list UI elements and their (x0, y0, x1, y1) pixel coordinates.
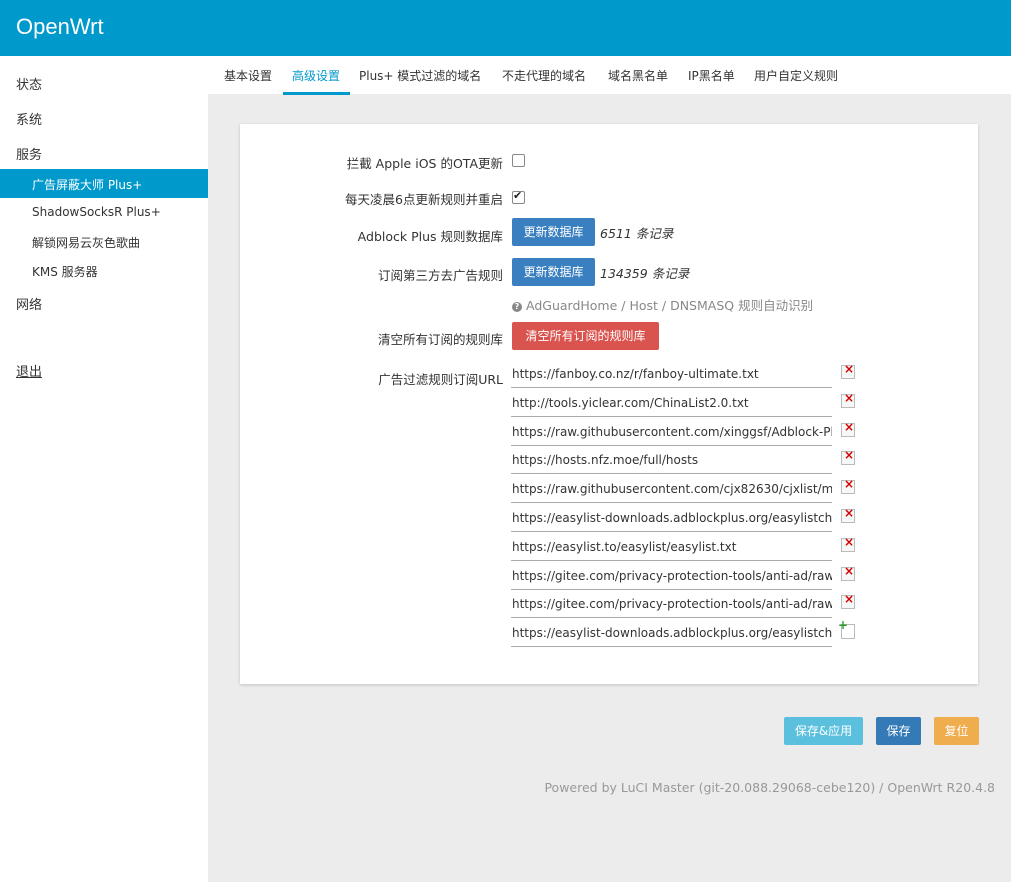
tab-plus-domains[interactable]: Plus+ 模式过滤的域名 (359, 67, 481, 84)
subscription-url-input[interactable]: https://hosts.nfz.moe/full/hosts (511, 448, 832, 474)
add-url-icon[interactable] (838, 618, 855, 639)
subscription-url-input[interactable]: https://gitee.com/privacy-protection-too… (511, 592, 832, 618)
url-value: https://gitee.com/privacy-protection-too… (512, 569, 832, 583)
third-party-rules-label: 订阅第三方去广告规则 (377, 268, 503, 283)
clear-rules-button[interactable]: 清空所有订阅的规则库 (512, 322, 659, 350)
tab-custom-rules[interactable]: 用户自定义规则 (754, 67, 838, 84)
remove-url-icon[interactable] (841, 535, 855, 552)
remove-url-icon[interactable] (841, 477, 855, 494)
sidebar: 状态 系统 服务 广告屏蔽大师 Plus+ ShadowSocksR Plus+… (0, 56, 208, 882)
question-icon: ? (512, 302, 522, 312)
sidebar-subitem-adblock[interactable]: 广告屏蔽大师 Plus+ (0, 169, 208, 198)
brand-logo[interactable]: OpenWrt (16, 14, 104, 40)
remove-url-icon[interactable] (841, 506, 855, 523)
remove-url-icon[interactable] (841, 420, 855, 437)
subscription-url-label: 广告过滤规则订阅URL (378, 372, 503, 387)
adblock-db-label: Adblock Plus 规则数据库 (357, 229, 503, 244)
remove-url-icon[interactable] (841, 362, 855, 379)
sidebar-subitem-kms[interactable]: KMS 服务器 (0, 256, 208, 285)
daily-update-checkbox[interactable] (512, 189, 525, 204)
sidebar-subitem-label: 解锁网易云灰色歌曲 (32, 236, 141, 250)
active-tab-indicator (283, 92, 350, 95)
url-value: https://raw.githubusercontent.com/xinggs… (512, 425, 832, 439)
clear-rules-label: 清空所有订阅的规则库 (377, 332, 503, 347)
subscription-url-input[interactable]: https://gitee.com/privacy-protection-too… (511, 564, 832, 590)
url-value: https://easylist-downloads.adblockplus.o… (512, 626, 832, 640)
subscription-url-input[interactable]: https://raw.githubusercontent.com/cjx826… (511, 477, 832, 503)
url-value: https://easylist-downloads.adblockplus.o… (512, 511, 832, 525)
sidebar-subitem-ssr[interactable]: ShadowSocksR Plus+ (0, 198, 208, 227)
subscription-url-input[interactable]: https://easylist.to/easylist/easylist.tx… (511, 535, 832, 561)
remove-url-icon[interactable] (841, 564, 855, 581)
reset-button[interactable]: 复位 (934, 717, 979, 745)
url-value: https://gitee.com/privacy-protection-too… (512, 597, 832, 611)
daily-update-label: 每天凌晨6点更新规则并重启 (345, 192, 503, 207)
url-value: https://hosts.nfz.moe/full/hosts (512, 453, 699, 467)
subscription-url-input[interactable]: https://easylist-downloads.adblockplus.o… (511, 621, 832, 647)
block-ota-label: 拦截 Apple iOS 的OTA更新 (346, 156, 503, 171)
tab-advanced[interactable]: 高级设置 (292, 67, 340, 84)
sidebar-subitem-label: 广告屏蔽大师 Plus+ (32, 178, 143, 192)
rule-format-hint-text: AdGuardHome / Host / DNSMASQ 规则自动识别 (526, 298, 814, 313)
logout-link[interactable]: 退出 (16, 361, 42, 380)
third-party-record-count: 134359 条记录 (600, 266, 690, 281)
tab-basic[interactable]: 基本设置 (224, 67, 272, 84)
sidebar-item-services[interactable]: 服务 (16, 144, 42, 163)
block-ota-checkbox[interactable] (512, 154, 525, 167)
subscription-url-input[interactable]: http://tools.yiclear.com/ChinaList2.0.tx… (511, 391, 832, 417)
remove-url-icon[interactable] (841, 448, 855, 465)
save-button[interactable]: 保存 (876, 717, 921, 745)
url-value: https://fanboy.co.nz/r/fanboy-ultimate.t… (512, 367, 759, 381)
update-adblock-db-button[interactable]: 更新数据库 (512, 218, 595, 246)
remove-url-icon[interactable] (841, 391, 855, 408)
update-third-party-button[interactable]: 更新数据库 (512, 258, 595, 286)
sidebar-subitem-unblock-music[interactable]: 解锁网易云灰色歌曲 (0, 227, 208, 256)
top-bar: OpenWrt (0, 0, 1011, 56)
sidebar-item-system[interactable]: 系统 (16, 109, 42, 128)
remove-url-icon[interactable] (841, 592, 855, 609)
adblock-record-count: 6511 条记录 (600, 226, 674, 241)
rule-format-hint: ? AdGuardHome / Host / DNSMASQ 规则自动识别 (512, 295, 813, 314)
tab-domain-blacklist[interactable]: 域名黑名单 (608, 67, 668, 84)
sidebar-subitem-label: KMS 服务器 (32, 265, 98, 279)
subscription-url-input[interactable]: https://easylist-downloads.adblockplus.o… (511, 506, 832, 532)
url-value: https://easylist.to/easylist/easylist.tx… (512, 540, 737, 554)
subscription-url-input[interactable]: https://fanboy.co.nz/r/fanboy-ultimate.t… (511, 362, 832, 388)
tab-bar: 基本设置 高级设置 Plus+ 模式过滤的域名 不走代理的域名 域名黑名单 IP… (208, 56, 1011, 94)
sidebar-subitem-label: ShadowSocksR Plus+ (32, 205, 161, 219)
url-value: https://raw.githubusercontent.com/cjx826… (512, 482, 832, 496)
sidebar-item-network[interactable]: 网络 (16, 294, 42, 313)
subscription-url-input[interactable]: https://raw.githubusercontent.com/xinggs… (511, 420, 832, 446)
tab-bypass-domains[interactable]: 不走代理的域名 (502, 67, 586, 84)
url-value: http://tools.yiclear.com/ChinaList2.0.tx… (512, 396, 749, 410)
save-apply-button[interactable]: 保存&应用 (784, 717, 863, 745)
footer-powered-by: Powered by LuCI Master (git-20.088.29068… (544, 780, 995, 795)
sidebar-item-status[interactable]: 状态 (16, 74, 42, 93)
tab-ip-blacklist[interactable]: IP黑名单 (688, 67, 735, 84)
